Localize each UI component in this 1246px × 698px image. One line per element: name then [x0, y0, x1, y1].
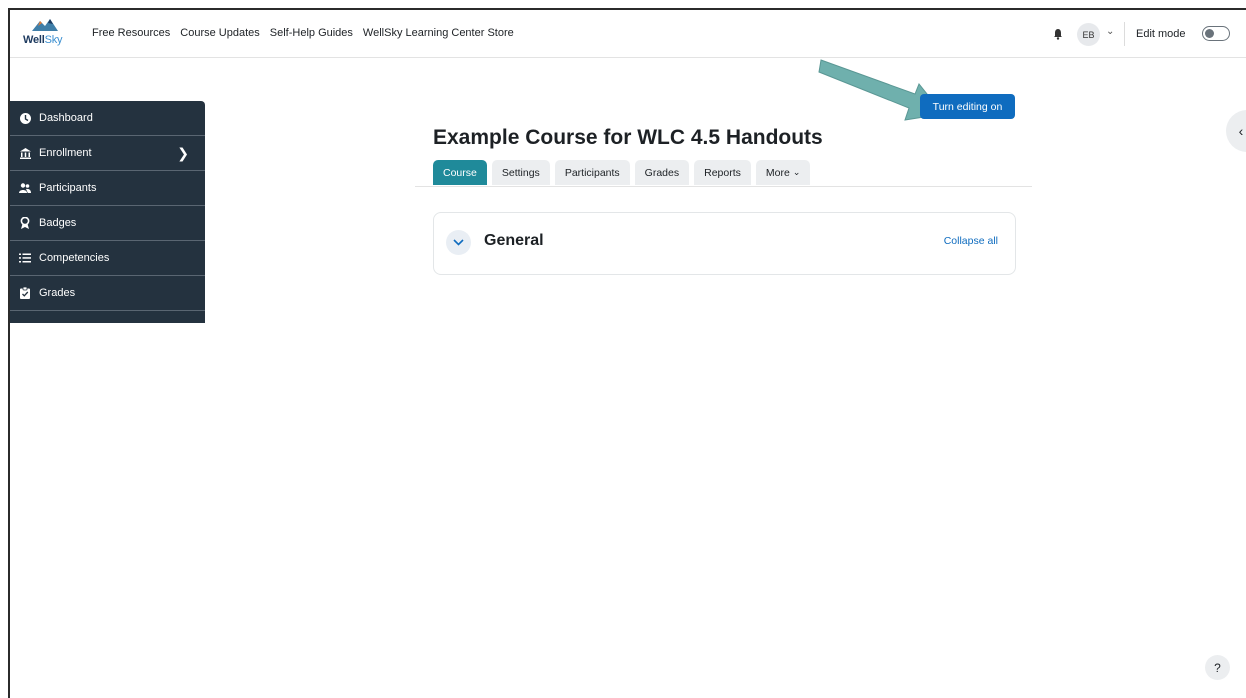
drawer-item-label: Enrollment: [39, 147, 92, 159]
app-frame: WellSky Free Resources Course Updates Se…: [8, 8, 1246, 698]
turn-editing-on-button[interactable]: Turn editing on: [920, 94, 1015, 119]
help-button[interactable]: ?: [1205, 655, 1230, 680]
drawer-item-competencies[interactable]: Competencies: [10, 241, 205, 276]
drawer-item-label: Grades: [39, 287, 76, 299]
drawer-item-participants[interactable]: Participants: [10, 171, 205, 206]
collapse-all-link[interactable]: Collapse all: [944, 235, 998, 247]
drawer-item-label: Competencies: [39, 252, 110, 264]
toggle-knob: [1205, 29, 1214, 38]
tab-reports[interactable]: Reports: [694, 160, 751, 185]
primary-nav: Free Resources Course Updates Self-Help …: [92, 27, 524, 39]
list-icon: [19, 252, 31, 264]
tabs-divider: [415, 186, 1032, 187]
course-index-drawer: Dashboard Enrollment ❯ Participants Badg…: [10, 101, 205, 323]
drawer-item-badges[interactable]: Badges: [10, 206, 205, 241]
page-title: Example Course for WLC 4.5 Handouts: [433, 126, 823, 149]
nav-link-self-help-guides[interactable]: Self-Help Guides: [270, 27, 353, 39]
logo-mountain-icon: [32, 19, 58, 31]
course-tabs: Course Settings Participants Grades Repo…: [433, 160, 815, 185]
open-block-drawer-button[interactable]: ‹: [1226, 110, 1246, 152]
tab-settings[interactable]: Settings: [491, 160, 550, 185]
chevron-down-icon: [453, 239, 464, 246]
logo-text: WellSky: [23, 34, 63, 46]
edit-mode-toggle[interactable]: [1202, 26, 1230, 41]
nav-link-store[interactable]: WellSky Learning Center Store: [363, 27, 514, 39]
section-title: General: [484, 232, 544, 249]
drawer-item-grades[interactable]: Grades: [10, 276, 205, 311]
drawer-item-enrollment[interactable]: Enrollment ❯: [10, 136, 205, 171]
nav-link-free-resources[interactable]: Free Resources: [92, 27, 170, 39]
drawer-item-label: Badges: [39, 217, 77, 229]
section-general: General Collapse all: [433, 212, 1016, 275]
dashboard-icon: [19, 112, 31, 124]
tab-participants[interactable]: Participants: [554, 160, 630, 185]
user-menu-chevron-icon[interactable]: ⌄: [1106, 26, 1114, 37]
nav-link-course-updates[interactable]: Course Updates: [180, 27, 260, 39]
clipboard-icon: [19, 287, 31, 299]
section-collapse-button[interactable]: [446, 230, 471, 255]
tab-grades[interactable]: Grades: [634, 160, 690, 185]
tab-more[interactable]: More ⌄: [755, 160, 811, 185]
drawer-item-dashboard[interactable]: Dashboard: [10, 101, 205, 136]
tab-more-label: More: [765, 166, 790, 179]
top-navbar: WellSky Free Resources Course Updates Se…: [10, 10, 1246, 58]
drawer-item-label: Dashboard: [39, 112, 93, 124]
edit-mode-label: Edit mode: [1136, 28, 1186, 40]
badge-icon: [19, 217, 31, 229]
tab-course[interactable]: Course: [433, 160, 487, 185]
chevron-left-icon: ‹: [1238, 123, 1244, 139]
bank-icon: [19, 147, 31, 159]
users-icon: [19, 182, 31, 194]
chevron-down-icon: ⌄: [792, 167, 801, 177]
notifications-bell-icon[interactable]: [1052, 28, 1064, 40]
wellsky-logo[interactable]: WellSky: [20, 17, 70, 51]
drawer-item-label: Participants: [39, 182, 97, 194]
user-avatar[interactable]: EB: [1077, 23, 1100, 46]
chevron-right-icon: ❯: [177, 145, 189, 161]
navbar-divider: [1124, 22, 1125, 46]
